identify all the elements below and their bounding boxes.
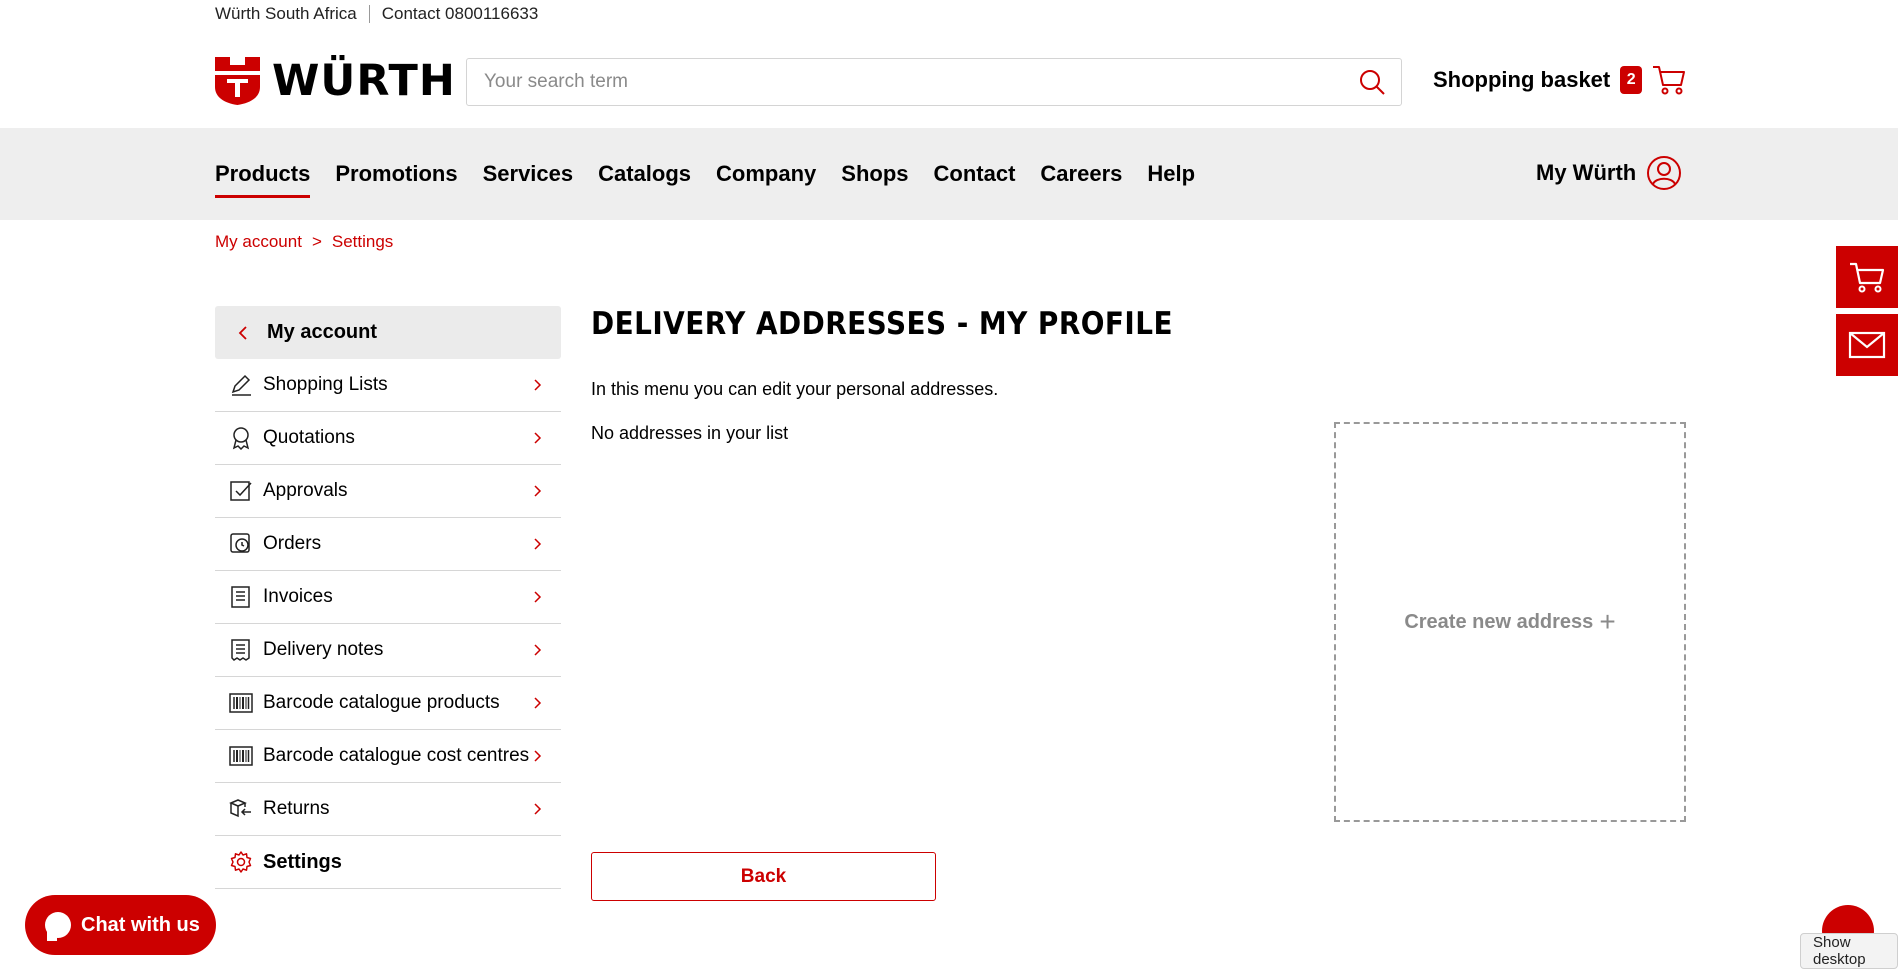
- sidebar-item-label: Shopping Lists: [263, 374, 388, 395]
- sidebar-item-label: Invoices: [263, 586, 333, 607]
- sidebar-head-my-account[interactable]: My account: [215, 306, 561, 359]
- breadcrumb-my-account[interactable]: My account: [215, 232, 302, 252]
- breadcrumb: My account > Settings: [215, 232, 393, 252]
- create-new-address-button[interactable]: Create new address +: [1334, 422, 1686, 822]
- my-wurth-label: My Würth: [1536, 160, 1637, 185]
- sidebar-item-label: Barcode catalogue cost centres: [263, 745, 530, 766]
- barcode-icon: [229, 693, 253, 713]
- shopping-basket-link[interactable]: Shopping basket 2: [1433, 64, 1686, 96]
- sidebar-item-shopping-lists[interactable]: Shopping Lists: [215, 359, 561, 412]
- clock-box-icon: [230, 533, 250, 553]
- nav-catalogs[interactable]: Catalogs: [598, 161, 691, 195]
- sidebar-item-returns[interactable]: Returns: [215, 783, 561, 836]
- sidebar-item-label: Settings: [263, 850, 342, 873]
- nav-services[interactable]: Services: [483, 161, 574, 195]
- breadcrumb-settings[interactable]: Settings: [332, 232, 393, 252]
- breadcrumb-separator: >: [311, 232, 322, 251]
- search-input[interactable]: [482, 70, 1358, 94]
- create-new-address-label: Create new address: [1404, 610, 1594, 633]
- user-icon: [1647, 156, 1682, 190]
- rosette-icon: [232, 427, 250, 450]
- sidebar-item-label: Orders: [263, 533, 322, 554]
- chevron-right-icon: [534, 591, 542, 603]
- back-button[interactable]: Back: [591, 852, 936, 901]
- returns-icon: [229, 799, 251, 818]
- sidebar-item-barcode-cost-centres[interactable]: Barcode catalogue cost centres: [215, 730, 561, 783]
- mail-icon: [1848, 331, 1886, 359]
- account-sidebar: My account Shopping Lists Quotations App…: [215, 306, 561, 889]
- invoice-icon: [231, 586, 250, 608]
- chevron-right-icon: [534, 538, 542, 550]
- chevron-right-icon: [534, 379, 542, 391]
- sidebar-head-label: My account: [267, 321, 378, 343]
- contact-phone[interactable]: Contact 0800116633: [382, 4, 539, 24]
- chevron-right-icon: [534, 644, 542, 656]
- nav-shops[interactable]: Shops: [841, 161, 908, 195]
- sidebar-item-label: Delivery notes: [263, 639, 384, 660]
- chat-label: Chat with us: [81, 913, 200, 936]
- nav-contact[interactable]: Contact: [934, 161, 1016, 195]
- basket-label: Shopping basket: [1433, 67, 1611, 92]
- show-desktop-tooltip[interactable]: Show desktop: [1800, 933, 1898, 969]
- plus-icon: +: [1599, 606, 1616, 637]
- cart-icon: [1653, 66, 1686, 95]
- sidebar-item-label: Quotations: [263, 427, 355, 448]
- wurth-logo-mark-icon: [215, 57, 260, 105]
- my-wurth-link[interactable]: My Würth: [1536, 155, 1682, 191]
- chevron-right-icon: [534, 803, 542, 815]
- chevron-left-icon: [238, 325, 247, 340]
- sidebar-item-settings[interactable]: Settings: [215, 836, 561, 889]
- chevron-right-icon: [534, 750, 542, 762]
- receipt-icon: [231, 639, 250, 661]
- gear-icon: [230, 851, 252, 873]
- sidebar-item-label: Returns: [263, 798, 330, 819]
- chevron-right-icon: [534, 697, 542, 709]
- checkbox-icon: [230, 481, 252, 501]
- page-title: DELIVERY ADDRESSES - MY PROFILE: [591, 306, 1174, 342]
- brand-wordmark: WÜRTH: [272, 55, 456, 106]
- intro-text: In this menu you can edit your personal …: [591, 379, 999, 399]
- sidebar-item-invoices[interactable]: Invoices: [215, 571, 561, 624]
- country-label[interactable]: Würth South Africa: [215, 4, 357, 24]
- chat-with-us-button[interactable]: Chat with us: [25, 895, 216, 955]
- barcode-icon: [229, 746, 253, 766]
- search-icon[interactable]: [1358, 68, 1386, 96]
- nav-help[interactable]: Help: [1147, 161, 1195, 195]
- sidebar-item-approvals[interactable]: Approvals: [215, 465, 561, 518]
- nav-products[interactable]: Products: [215, 161, 311, 198]
- sidebar-item-quotations[interactable]: Quotations: [215, 412, 561, 465]
- basket-count-badge: 2: [1620, 66, 1643, 94]
- nav-careers[interactable]: Careers: [1040, 161, 1122, 195]
- sidebar-item-delivery-notes[interactable]: Delivery notes: [215, 624, 561, 677]
- search-bar[interactable]: [466, 58, 1402, 106]
- chevron-right-icon: [534, 432, 542, 444]
- chat-bubble-icon: [45, 912, 71, 941]
- floating-mail-button[interactable]: [1836, 314, 1898, 376]
- sidebar-item-label: Approvals: [263, 480, 348, 501]
- sidebar-item-label: Barcode catalogue products: [263, 692, 500, 713]
- sidebar-item-orders[interactable]: Orders: [215, 518, 561, 571]
- divider: [368, 5, 370, 23]
- sidebar-item-barcode-products[interactable]: Barcode catalogue products: [215, 677, 561, 730]
- cart-icon: [1850, 262, 1885, 293]
- pencil-icon: [231, 374, 251, 396]
- nav-promotions[interactable]: Promotions: [335, 161, 457, 195]
- chevron-right-icon: [534, 485, 542, 497]
- top-strip: Würth South Africa Contact 0800116633: [215, 4, 538, 24]
- main-navigation: Products Promotions Services Catalogs Co…: [215, 161, 1220, 198]
- wurth-logo[interactable]: WÜRTH: [215, 57, 456, 105]
- empty-addresses-text: No addresses in your list: [591, 423, 789, 443]
- nav-company[interactable]: Company: [716, 161, 816, 195]
- floating-cart-button[interactable]: [1836, 246, 1898, 308]
